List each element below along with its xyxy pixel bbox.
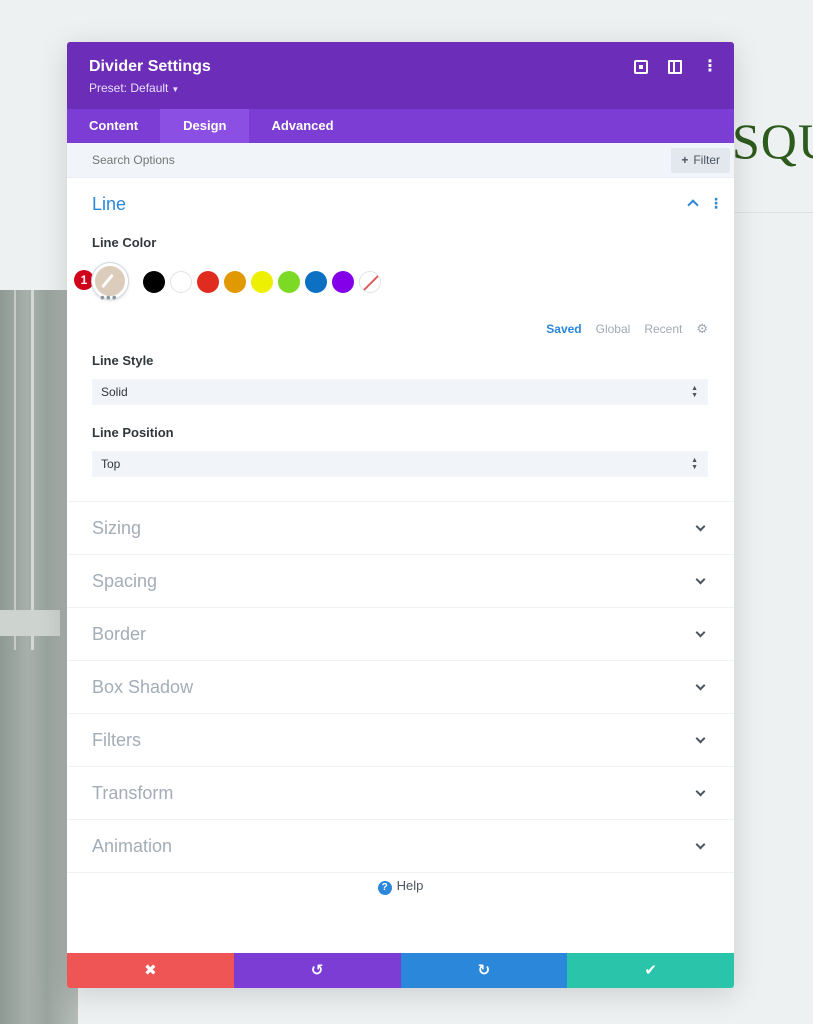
line-style-label: Line Style: [92, 353, 154, 368]
filter-button[interactable]: + Filter: [671, 148, 730, 173]
section-line-title[interactable]: Line: [92, 194, 708, 215]
section-border-title: Border: [92, 624, 147, 644]
section-sizing[interactable]: Sizing: [67, 502, 734, 555]
chevron-down-icon: [695, 839, 706, 850]
section-border[interactable]: Border: [67, 608, 734, 661]
palette-tabs: Saved Global Recent ⚙: [92, 321, 708, 337]
chevron-down-icon: [695, 574, 706, 585]
section-sizing-title: Sizing: [92, 518, 142, 538]
background-divider: [734, 212, 813, 213]
swatch-purple[interactable]: [332, 271, 354, 293]
section-filters-title: Filters: [92, 730, 141, 750]
cancel-button[interactable]: ✖: [67, 953, 234, 988]
section-box-shadow[interactable]: Box Shadow: [67, 661, 734, 714]
chevron-up-icon[interactable]: [687, 199, 699, 211]
header-actions: ⋮: [634, 59, 718, 75]
tab-content[interactable]: Content: [67, 109, 160, 143]
palette-tab-global[interactable]: Global: [596, 322, 631, 336]
preset-label: Preset: Default: [89, 81, 169, 95]
section-animation[interactable]: Animation: [67, 820, 734, 873]
chevron-down-icon: [695, 733, 706, 744]
swatch-white[interactable]: [170, 271, 192, 293]
search-bar: + Filter: [67, 143, 734, 178]
window-sill: [0, 610, 60, 636]
line-color-label: Line Color: [92, 235, 157, 250]
swatch-green[interactable]: [278, 271, 300, 293]
more-colors-icon[interactable]: •••: [100, 289, 118, 305]
chevron-down-icon: [695, 521, 706, 532]
swatch-orange[interactable]: [224, 271, 246, 293]
chevron-down-icon: [695, 680, 706, 691]
modal-header: Divider Settings Preset: Default ▼ ⋮: [67, 42, 734, 109]
help-link[interactable]: ? Help: [67, 878, 734, 895]
section-filters[interactable]: Filters: [67, 714, 734, 767]
split-view-icon[interactable]: [668, 60, 682, 74]
help-label: Help: [396, 878, 424, 893]
save-button[interactable]: ✔: [567, 953, 734, 988]
select-arrows-icon: ▲ ▼: [691, 385, 698, 399]
help-icon: ?: [377, 881, 392, 895]
section-box-shadow-title: Box Shadow: [92, 677, 194, 697]
redo-button[interactable]: ↻: [400, 953, 568, 988]
section-transform[interactable]: Transform: [67, 767, 734, 820]
tab-design[interactable]: Design: [160, 109, 250, 143]
background-brand-text: SQU: [732, 113, 813, 169]
modal-title: Divider Settings: [89, 58, 211, 75]
palette-tab-saved[interactable]: Saved: [546, 322, 581, 336]
preset-selector[interactable]: Preset: Default ▼: [89, 81, 712, 95]
section-menu-icon[interactable]: ⋮: [709, 196, 723, 210]
section-line-controls: ⋮: [687, 196, 723, 211]
step-badge: 1: [74, 270, 94, 290]
line-position-select[interactable]: Top ▲ ▼: [92, 451, 708, 477]
swatch-blue[interactable]: [305, 271, 327, 293]
swatch-none-icon[interactable]: [359, 271, 381, 293]
window-frame: [14, 290, 34, 650]
chevron-down-icon: [695, 627, 706, 638]
filter-label: Filter: [693, 153, 720, 167]
more-options-icon[interactable]: ⋮: [702, 59, 718, 75]
line-position-value: Top: [101, 457, 121, 471]
plus-icon: +: [681, 153, 689, 167]
line-style-value: Solid: [101, 385, 128, 399]
divider-settings-modal: Divider Settings Preset: Default ▼ ⋮ Cont…: [67, 42, 734, 988]
section-animation-title: Animation: [92, 836, 173, 856]
undo-button[interactable]: ↺: [233, 953, 401, 988]
caret-down-icon: ▼: [171, 85, 180, 94]
modal-footer: ✖ ↺ ↻ ✔: [67, 953, 734, 988]
section-transform-title: Transform: [92, 783, 174, 803]
color-swatches: 1 •••: [74, 263, 708, 305]
gear-icon[interactable]: ⚙: [696, 321, 708, 337]
palette-tab-recent[interactable]: Recent: [644, 322, 682, 336]
section-spacing-title: Spacing: [92, 571, 158, 591]
swatch-black[interactable]: [143, 271, 165, 293]
swatch-red[interactable]: [197, 271, 219, 293]
search-input[interactable]: [92, 153, 492, 167]
line-style-select[interactable]: Solid ▲ ▼: [92, 379, 708, 405]
tab-advanced[interactable]: Advanced: [249, 109, 355, 143]
select-arrows-icon: ▲ ▼: [691, 457, 698, 471]
line-position-label: Line Position: [92, 425, 174, 440]
swatch-yellow[interactable]: [251, 271, 273, 293]
section-spacing[interactable]: Spacing: [67, 555, 734, 608]
tab-bar: Content Design Advanced: [67, 109, 734, 143]
fullscreen-icon[interactable]: [634, 60, 648, 74]
section-line: Line ⋮ Line Color 1 ••• Saved Global Rec…: [67, 178, 734, 502]
chevron-down-icon: [695, 786, 706, 797]
eyedropper-icon: [101, 273, 114, 289]
